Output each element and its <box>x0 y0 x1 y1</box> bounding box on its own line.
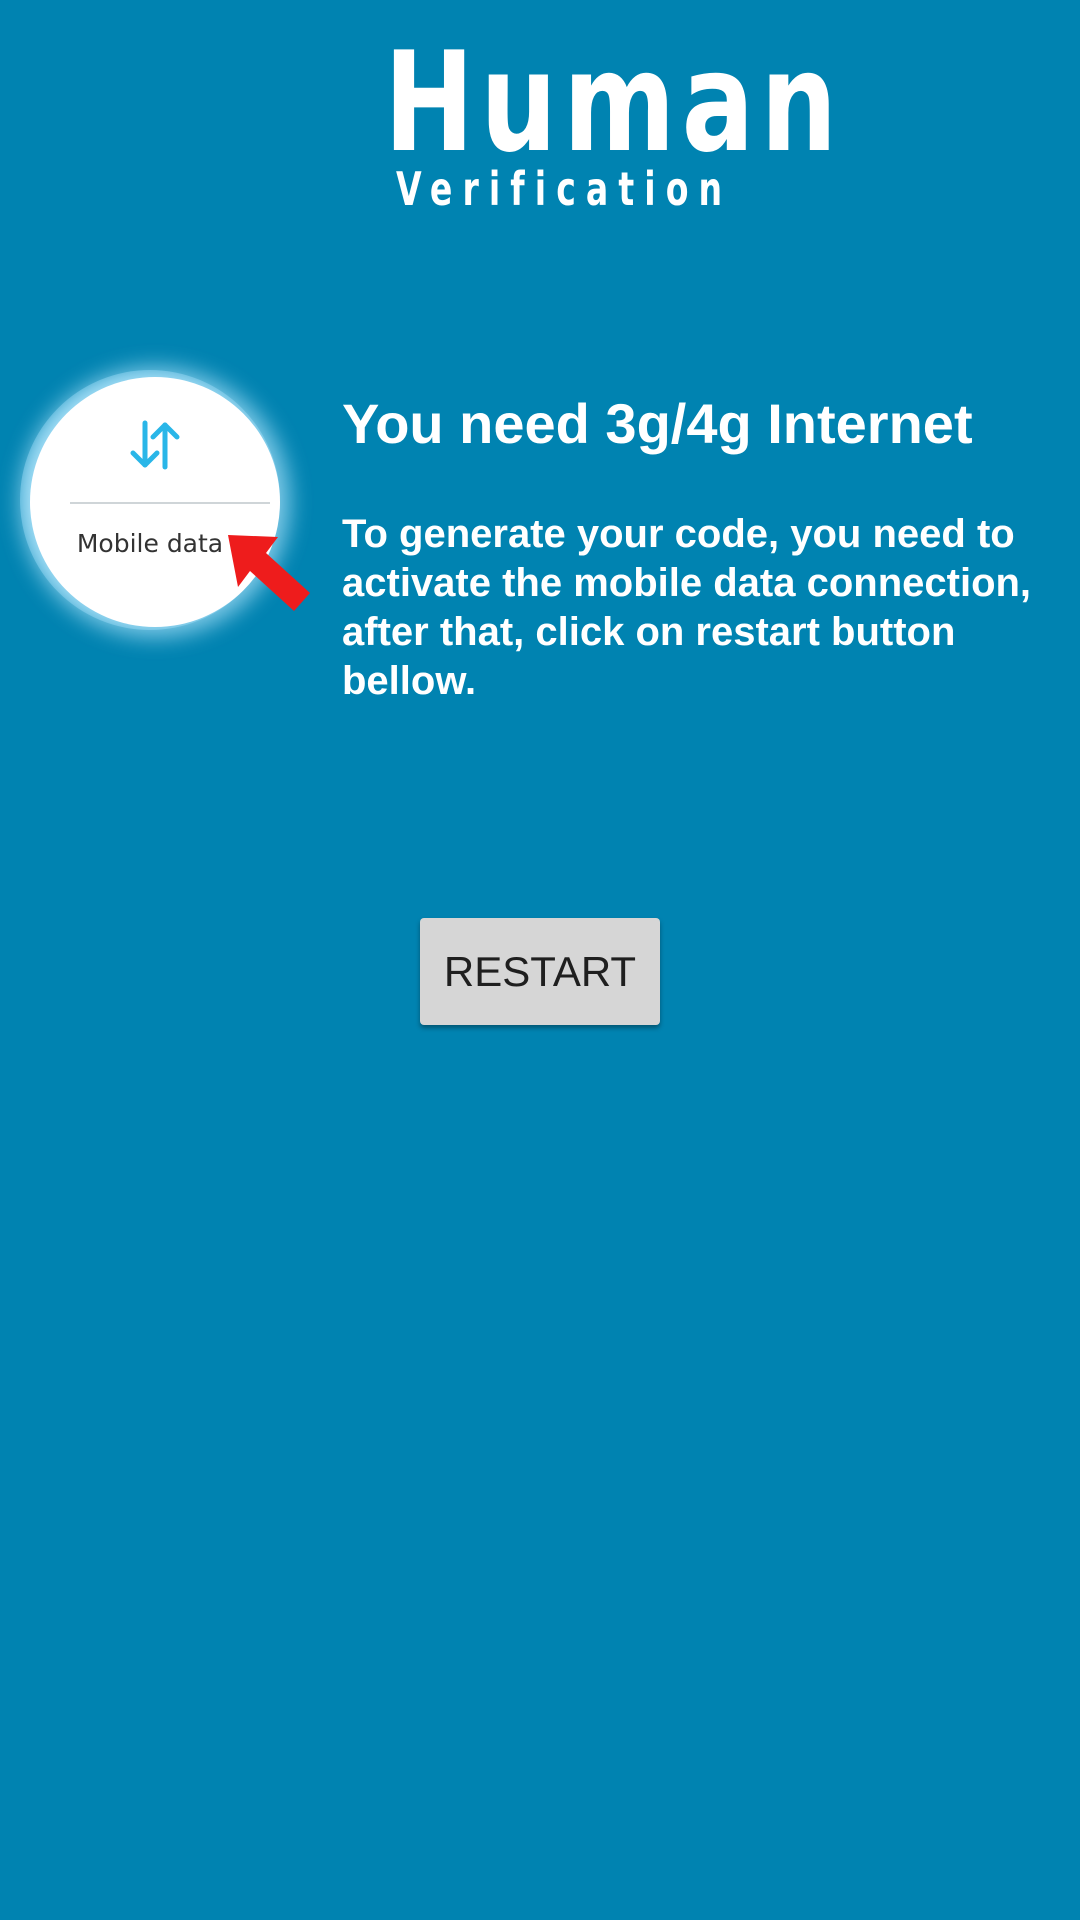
human-verification-logo: Human Verification <box>340 22 844 218</box>
instruction-text: To generate your code, you need to activ… <box>342 512 1032 703</box>
circle-divider <box>70 502 270 504</box>
data-arrows-icon <box>130 420 180 470</box>
mobile-data-illustration: Mobile data <box>10 355 310 635</box>
logo-title: Human <box>384 22 844 183</box>
logo-subtitle: Verification <box>396 162 733 216</box>
page-title: You need 3g/4g Internet <box>342 392 973 455</box>
restart-button[interactable]: RESTART <box>420 918 660 1025</box>
red-arrow-icon <box>228 535 310 611</box>
